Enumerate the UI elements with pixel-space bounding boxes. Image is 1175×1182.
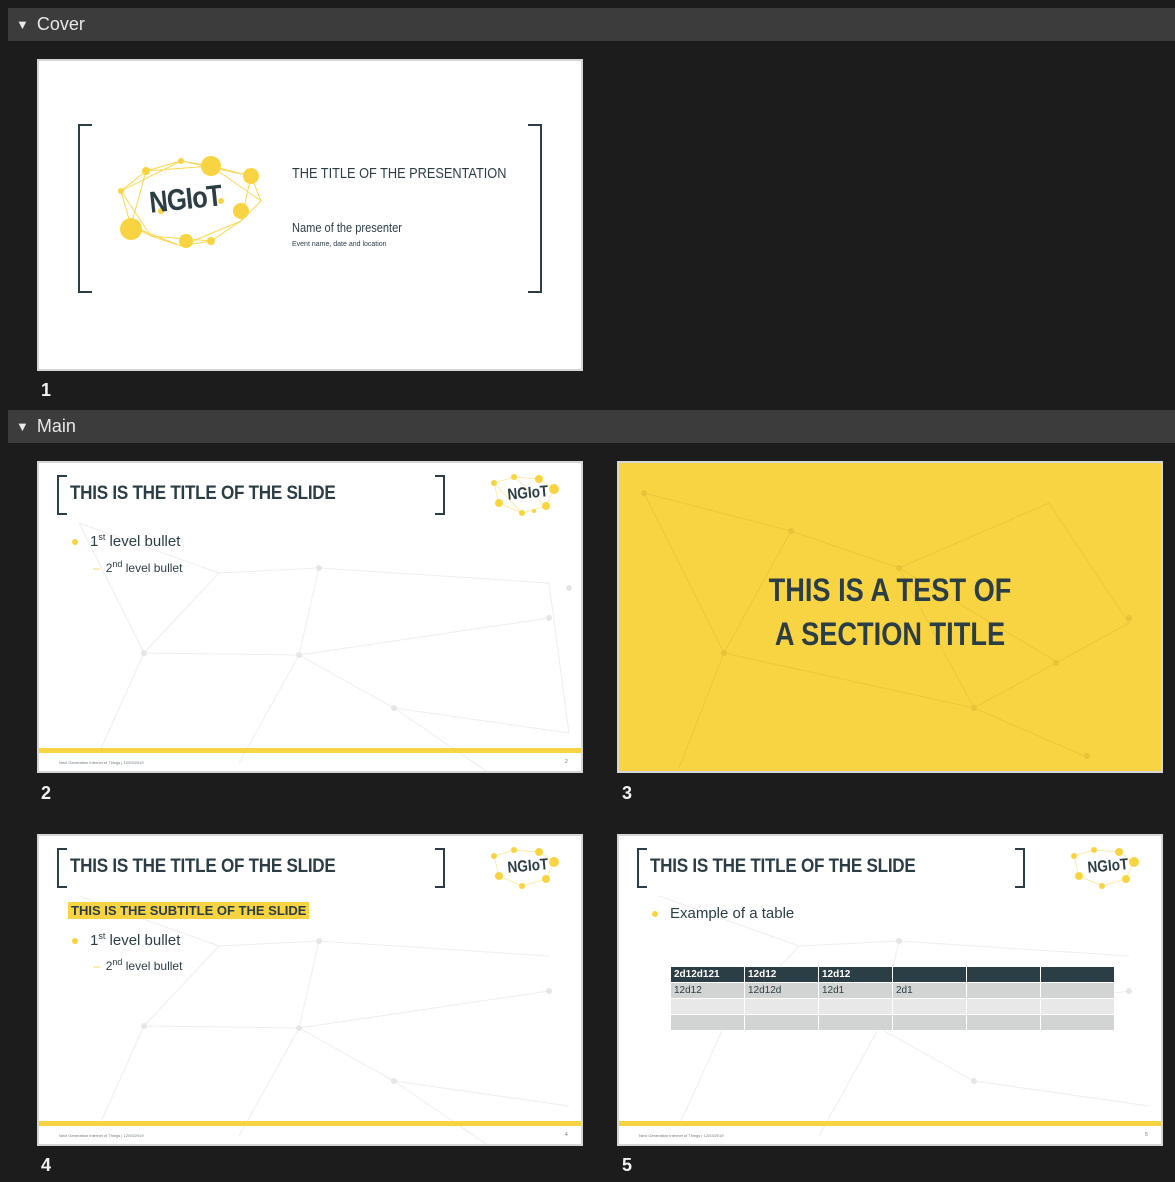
right-bracket bbox=[528, 124, 542, 293]
slide-thumbnail-1[interactable]: NGIoT THE TITLE OF THE PRESENTATION Name… bbox=[37, 59, 583, 371]
slide-thumbnail-5[interactable]: THIS IS THE TITLE OF THE SLIDE NGIoT Exa… bbox=[617, 834, 1163, 1146]
left-bracket bbox=[57, 848, 67, 888]
footer-text: Next Generation Internet of Things | 12/… bbox=[59, 1133, 144, 1138]
table-cell bbox=[1040, 982, 1115, 999]
table-cell bbox=[966, 966, 1041, 983]
table-cell: 12d12 bbox=[818, 966, 893, 983]
left-bracket bbox=[78, 124, 92, 293]
table-cell bbox=[670, 1014, 745, 1031]
section-label: Main bbox=[36, 416, 76, 436]
slide-thumbnail-3[interactable]: THIS IS A TEST OF A SECTION TITLE bbox=[617, 461, 1163, 773]
table-cell: 12d1 bbox=[818, 982, 893, 999]
table-cell bbox=[1040, 966, 1115, 983]
table-cell bbox=[1040, 998, 1115, 1015]
right-bracket bbox=[1015, 848, 1025, 888]
table-cell: 12d12d bbox=[744, 982, 819, 999]
table-cell: 2d12d121 bbox=[670, 966, 745, 983]
footer-bar bbox=[39, 748, 581, 753]
section-header-cover[interactable]: ▼ Cover bbox=[8, 8, 1175, 41]
ngiot-logo-text: NGIoT bbox=[506, 483, 550, 504]
table-cell bbox=[818, 1014, 893, 1031]
slide-number-1: 1 bbox=[41, 380, 52, 400]
table-header-row: 2d12d121 12d12 12d12 bbox=[670, 966, 1115, 983]
section-header-main[interactable]: ▼ Main bbox=[8, 410, 1175, 443]
table-cell bbox=[892, 1014, 967, 1031]
table-cell bbox=[966, 998, 1041, 1015]
bullet-level-2: –2nd level bullet bbox=[93, 559, 183, 575]
collapse-triangle-icon[interactable]: ▼ bbox=[16, 17, 29, 32]
bullet-level-2: –2nd level bullet bbox=[93, 957, 183, 973]
presenter-name: Name of the presenter bbox=[292, 220, 402, 235]
bullet-level-1: 1st level bullet bbox=[72, 931, 180, 949]
presentation-title: THE TITLE OF THE PRESENTATION bbox=[292, 165, 507, 182]
collapse-triangle-icon[interactable]: ▼ bbox=[16, 419, 29, 434]
footer-bar bbox=[39, 1121, 581, 1126]
table-cell bbox=[670, 998, 745, 1015]
ngiot-logo-text: NGIoT bbox=[1086, 856, 1130, 877]
slide-title: THIS IS THE TITLE OF THE SLIDE bbox=[650, 856, 916, 877]
example-table: 2d12d121 12d12 12d12 12d12 12d12d 12d1 2… bbox=[670, 966, 1115, 1031]
slide-subtitle: THIS IS THE SUBTITLE OF THE SLIDE bbox=[68, 902, 310, 919]
table-row bbox=[670, 1014, 1115, 1031]
table-cell bbox=[744, 1014, 819, 1031]
ngiot-logo-text: NGIoT bbox=[506, 856, 550, 877]
table-cell bbox=[818, 998, 893, 1015]
table-cell: 2d1 bbox=[892, 982, 967, 999]
table-cell: 12d12 bbox=[670, 982, 745, 999]
footer-text: Next Generation Internet of Things | 12/… bbox=[59, 760, 144, 765]
event-info: Event name, date and location bbox=[292, 241, 387, 248]
slide-title: THIS IS THE TITLE OF THE SLIDE bbox=[70, 856, 336, 877]
bullet-level-1: 1st level bullet bbox=[72, 532, 180, 550]
slide-number-2: 2 bbox=[41, 783, 52, 803]
section-title: THIS IS A TEST OF A SECTION TITLE bbox=[660, 568, 1121, 656]
section-label: Cover bbox=[36, 14, 85, 34]
table-cell bbox=[966, 1014, 1041, 1031]
ngiot-logo-small: NGIoT bbox=[1064, 844, 1144, 894]
slide-thumbnail-4[interactable]: THIS IS THE TITLE OF THE SLIDE NGIoT THI… bbox=[37, 834, 583, 1146]
slide-number-5: 5 bbox=[622, 1155, 633, 1175]
right-bracket bbox=[435, 475, 445, 515]
footer-text: Next Generation Internet of Things | 12/… bbox=[639, 1133, 724, 1138]
table-cell: 12d12 bbox=[744, 966, 819, 983]
table-cell bbox=[892, 966, 967, 983]
slide-title: THIS IS THE TITLE OF THE SLIDE bbox=[70, 483, 336, 504]
slide-thumbnail-2[interactable]: THIS IS THE TITLE OF THE SLIDE NGIoT 1st… bbox=[37, 461, 583, 773]
footer-bar bbox=[619, 1121, 1161, 1126]
ngiot-logo-small: NGIoT bbox=[484, 844, 564, 894]
slide-number-4: 4 bbox=[41, 1155, 52, 1175]
ngiot-logo-small: NGIoT bbox=[484, 471, 564, 521]
table-cell bbox=[744, 998, 819, 1015]
page-number: 2 bbox=[565, 759, 568, 765]
table-cell bbox=[892, 998, 967, 1015]
slide-number-3: 3 bbox=[622, 783, 633, 803]
table-row bbox=[670, 998, 1115, 1015]
left-bracket bbox=[637, 848, 647, 888]
section-title-line-2: A SECTION TITLE bbox=[774, 616, 1006, 652]
table-row: 12d12 12d12d 12d1 2d1 bbox=[670, 982, 1115, 999]
page-number: 4 bbox=[565, 1132, 568, 1138]
right-bracket bbox=[435, 848, 445, 888]
bullet-level-1: Example of a table bbox=[652, 905, 794, 922]
table-cell bbox=[1040, 1014, 1115, 1031]
table-cell bbox=[966, 982, 1041, 999]
left-bracket bbox=[57, 475, 67, 515]
section-title-line-1: THIS IS A TEST OF bbox=[768, 572, 1012, 608]
page-number: 5 bbox=[1145, 1132, 1148, 1138]
